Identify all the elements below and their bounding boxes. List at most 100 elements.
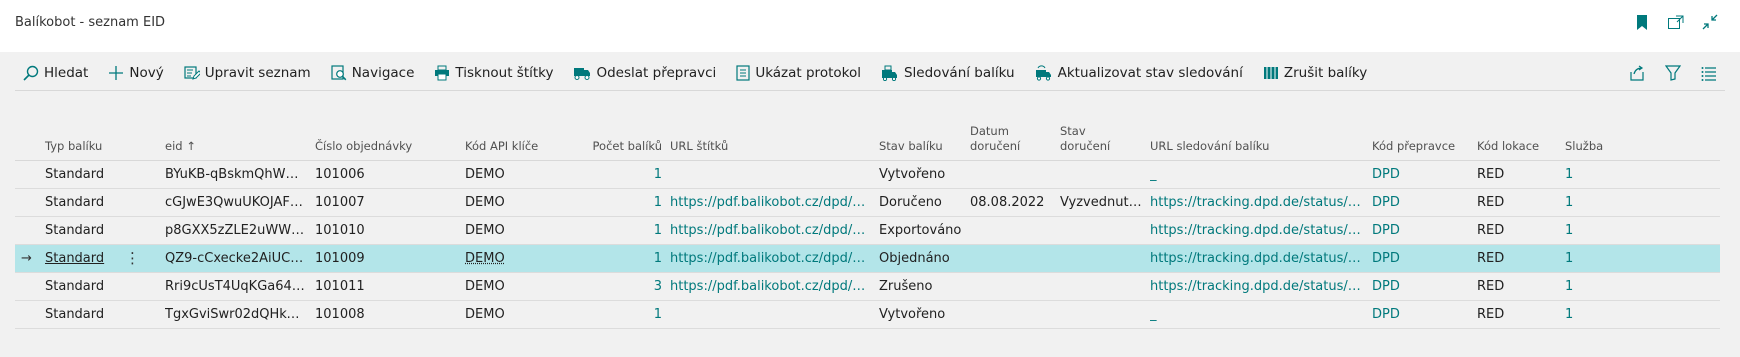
cell-typ[interactable]: Standard bbox=[45, 273, 155, 300]
cell-kod-prepr[interactable]: DPD bbox=[1372, 189, 1467, 216]
cell-sluzba[interactable]: 1 bbox=[1565, 161, 1625, 188]
search-icon bbox=[23, 65, 39, 81]
cell-cislo: 101011 bbox=[315, 279, 365, 294]
cell-typ[interactable]: Standard bbox=[45, 245, 155, 272]
cell-kod-api: DEMO bbox=[465, 223, 505, 238]
open-in-new-window-icon[interactable] bbox=[1666, 12, 1686, 32]
cell-sluzba[interactable]: 1 bbox=[1565, 273, 1625, 300]
bookmark-icon[interactable] bbox=[1632, 12, 1652, 32]
cell-kod-prepr[interactable]: DPD bbox=[1372, 161, 1467, 188]
update-tracking-status-button[interactable]: Aktualizovat stav sledování bbox=[1025, 58, 1253, 88]
column-header-kod-lok[interactable]: Kód lokace bbox=[1477, 139, 1539, 154]
cell-kod-api: DEMO bbox=[465, 279, 505, 294]
table-row[interactable]: Standard p8GXX5zZLE2uWWvc... 101010 DEMO 1 ht… bbox=[15, 217, 1720, 245]
navigate-button[interactable]: Navigace bbox=[321, 58, 425, 88]
cell-datum bbox=[970, 161, 1055, 188]
cell-stav-doruceni bbox=[1060, 161, 1145, 188]
package-tracking-button[interactable]: Sledování balíku bbox=[871, 58, 1025, 88]
page: Balíkobot - seznam EID Hledat Nový Uprav… bbox=[0, 0, 1740, 357]
new-button-label: Nový bbox=[129, 65, 164, 81]
cell-sluzba[interactable]: 1 bbox=[1565, 301, 1625, 328]
cell-typ[interactable]: Standard bbox=[45, 301, 155, 328]
update-tracking-status-button-label: Aktualizovat stav sledování bbox=[1057, 65, 1243, 81]
filter-icon[interactable] bbox=[1663, 63, 1683, 83]
cell-kod-api: DEMO bbox=[465, 251, 505, 266]
cell-url-sled[interactable]: https://tracking.dpd.de/status/cs_... bbox=[1150, 245, 1365, 272]
cell-url-sled[interactable]: https://tracking.dpd.de/status/cs_... bbox=[1150, 273, 1365, 300]
cell-url-stitku[interactable]: https://pdf.balikobot.cz/dpd/eN... bbox=[670, 273, 870, 300]
column-header-cislo[interactable]: Číslo objednávky bbox=[315, 139, 412, 154]
cell-pocet[interactable]: 1 bbox=[582, 245, 662, 272]
cell-eid: p8GXX5zZLE2uWWvc... bbox=[165, 223, 305, 238]
column-header-kod-api[interactable]: Kód API klíče bbox=[465, 139, 538, 154]
cell-url-stitku[interactable] bbox=[670, 301, 870, 328]
cell-url-sled[interactable]: https://tracking.dpd.de/status/cs_... bbox=[1150, 217, 1365, 244]
send-to-carrier-button[interactable]: Odeslat přepravci bbox=[563, 58, 726, 88]
cell-typ[interactable]: Standard bbox=[45, 217, 155, 244]
cell-typ[interactable]: Standard bbox=[45, 161, 155, 188]
edit-list-button-label: Upravit seznam bbox=[204, 65, 311, 81]
plus-icon bbox=[109, 66, 124, 80]
cell-eid: TgxGviSwr02dQHkujx... bbox=[165, 307, 305, 322]
cancel-packages-button-label: Zrušit balíky bbox=[1283, 65, 1368, 81]
cell-kod-lok: RED bbox=[1477, 307, 1505, 322]
cancel-packages-button[interactable]: Zrušit balíky bbox=[1253, 58, 1377, 88]
new-button[interactable]: Nový bbox=[98, 58, 173, 88]
cell-cislo: 101010 bbox=[315, 223, 365, 238]
cell-kod-prepr[interactable]: DPD bbox=[1372, 217, 1467, 244]
column-header-stav[interactable]: Stav balíku bbox=[879, 139, 943, 154]
column-header-sluzba[interactable]: Služba bbox=[1565, 139, 1603, 154]
cancel-packages-icon bbox=[1263, 67, 1278, 79]
column-header-typ[interactable]: Typ balíku bbox=[45, 139, 102, 154]
cell-sluzba[interactable]: 1 bbox=[1565, 245, 1625, 272]
table-row[interactable]: → ⋮ Standard QZ9-cCxecke2AiUC4... 101009 DEMO… bbox=[15, 245, 1720, 273]
cell-stav-doruceni bbox=[1060, 217, 1145, 244]
cell-url-sled[interactable]: _ bbox=[1150, 301, 1365, 328]
cell-typ[interactable]: Standard bbox=[45, 189, 155, 216]
column-header-kod-prepr[interactable]: Kód přepravce bbox=[1372, 139, 1455, 154]
cell-url-sled[interactable]: https://tracking.dpd.de/status/cs_... bbox=[1150, 189, 1365, 216]
list-view-icon[interactable] bbox=[1699, 63, 1719, 83]
cell-url-stitku[interactable]: https://pdf.balikobot.cz/dpd/eN... bbox=[670, 245, 870, 272]
cell-sluzba[interactable]: 1 bbox=[1565, 189, 1625, 216]
edit-list-button[interactable]: Upravit seznam bbox=[174, 58, 321, 88]
table-row[interactable]: Standard Rri9cUsT4UqKGa64M... 101011 DEMO 3 h… bbox=[15, 273, 1720, 301]
printer-icon bbox=[435, 65, 450, 81]
share-icon[interactable] bbox=[1627, 63, 1647, 83]
column-header-eid[interactable]: eid ↑ bbox=[165, 139, 196, 154]
send-to-carrier-button-label: Odeslat přepravci bbox=[596, 65, 717, 81]
show-protocol-button-label: Ukázat protokol bbox=[755, 65, 861, 81]
column-header-stav-doruceni[interactable]: Stav doručení bbox=[1060, 124, 1110, 154]
action-bar: Hledat Nový Upravit seznam Navigace Tisk… bbox=[15, 56, 1725, 91]
cell-datum bbox=[970, 301, 1055, 328]
column-header-datum[interactable]: Datum doručení bbox=[970, 124, 1020, 154]
show-protocol-button[interactable]: Ukázat protokol bbox=[726, 58, 871, 88]
cell-pocet[interactable]: 1 bbox=[582, 161, 662, 188]
print-labels-button-label: Tisknout štítky bbox=[455, 65, 554, 81]
cell-kod-prepr[interactable]: DPD bbox=[1372, 301, 1467, 328]
cell-kod-lok: RED bbox=[1477, 279, 1505, 294]
table-row[interactable]: Standard cGJwE3QwuUKOJAFq... 101007 DEMO 1 ht… bbox=[15, 189, 1720, 217]
cell-pocet[interactable]: 1 bbox=[582, 217, 662, 244]
cell-pocet[interactable]: 1 bbox=[582, 189, 662, 216]
cell-kod-api: DEMO bbox=[465, 307, 505, 322]
search-button-label: Hledat bbox=[44, 65, 89, 81]
cell-sluzba[interactable]: 1 bbox=[1565, 217, 1625, 244]
column-header-pocet[interactable]: Počet balíků bbox=[582, 139, 662, 154]
column-header-url-stitku[interactable]: URL štítků bbox=[670, 139, 728, 154]
cell-stav: Exportováno bbox=[879, 223, 962, 238]
cell-kod-prepr[interactable]: DPD bbox=[1372, 273, 1467, 300]
cell-pocet[interactable]: 1 bbox=[582, 301, 662, 328]
cell-kod-prepr[interactable]: DPD bbox=[1372, 245, 1467, 272]
cell-url-sled[interactable]: _ bbox=[1150, 161, 1365, 188]
column-header-url-sled[interactable]: URL sledování balíku bbox=[1150, 139, 1269, 154]
cell-url-stitku[interactable]: https://pdf.balikobot.cz/dpd/eN... bbox=[670, 189, 870, 216]
cell-pocet[interactable]: 3 bbox=[582, 273, 662, 300]
collapse-icon[interactable] bbox=[1700, 12, 1720, 32]
table-row[interactable]: Standard TgxGviSwr02dQHkujx... 101008 DEMO 1… bbox=[15, 301, 1720, 329]
table-row[interactable]: Standard BYuKB-qBskmQhW4... 101006 DEMO 1 Vyt… bbox=[15, 161, 1720, 189]
search-button[interactable]: Hledat bbox=[15, 58, 98, 88]
print-labels-button[interactable]: Tisknout štítky bbox=[424, 58, 563, 88]
cell-url-stitku[interactable] bbox=[670, 161, 870, 188]
cell-url-stitku[interactable]: https://pdf.balikobot.cz/dpd/eN... bbox=[670, 217, 870, 244]
